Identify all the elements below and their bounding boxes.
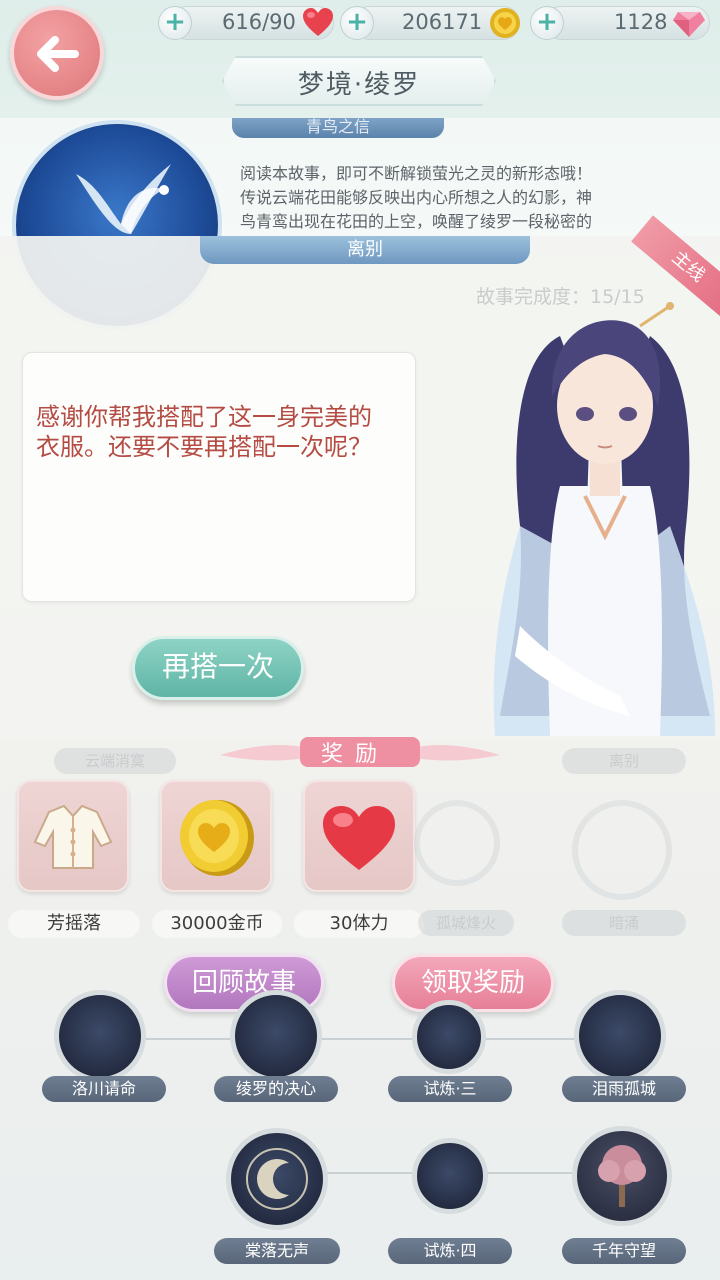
map-node-label: 绫罗的决心	[214, 1076, 338, 1102]
section-banner: 离别	[200, 236, 530, 264]
diamond-icon	[673, 12, 705, 37]
speech-text: 感谢你帮我搭配了这一身完美的 衣服。还要不要再搭配一次呢？	[36, 402, 406, 462]
reward-item-card[interactable]	[303, 780, 415, 892]
story-tab: 青鸟之信	[232, 118, 444, 138]
map-node[interactable]	[574, 990, 666, 1082]
map-node-label: 千年守望	[562, 1238, 686, 1264]
map-node-label: 试炼·四	[388, 1238, 512, 1264]
dress-again-button[interactable]: 再搭一次	[132, 636, 304, 700]
heart-icon	[323, 806, 395, 870]
add-stamina-button[interactable]: +	[158, 6, 192, 40]
background-stage-circle	[572, 800, 672, 900]
map-node-label: 试炼·三	[388, 1076, 512, 1102]
map-node[interactable]	[412, 1000, 486, 1074]
reward-item-label: 30体力	[294, 910, 424, 938]
map-node[interactable]	[572, 1126, 672, 1226]
stamina-value: 616/90	[222, 10, 296, 34]
add-gold-button[interactable]: +	[340, 6, 374, 40]
map-connector	[90, 1038, 650, 1040]
background-stage-label: 孤城烽火	[418, 910, 514, 936]
back-arrow-icon	[37, 36, 79, 72]
character-portrait	[493, 302, 715, 736]
map-node-label: 洛川请命	[42, 1076, 166, 1102]
reward-item-label: 芳摇落	[8, 910, 140, 938]
moon-emblem-icon	[246, 1148, 308, 1210]
back-button[interactable]	[10, 6, 104, 100]
reward-item-card[interactable]	[17, 780, 129, 892]
gold-coin-icon	[490, 8, 520, 38]
story-desc-line: 阅读本故事，即可不断解锁萤光之灵的新形态哦！	[240, 164, 593, 183]
map-node[interactable]	[412, 1138, 488, 1214]
story-desc-line: 鸟青鸾出现在花田的上空，唤醒了绫罗一段秘密的	[240, 212, 593, 231]
speech-line: 衣服。还要不要再搭配一次呢？	[36, 433, 372, 461]
gold-value: 206171	[402, 10, 483, 34]
map-node-label: 棠落无声	[214, 1238, 340, 1264]
map-node-label: 泪雨孤城	[562, 1076, 686, 1102]
map-node[interactable]	[54, 990, 146, 1082]
diamond-value: 1128	[614, 10, 668, 34]
story-desc-line: 传说云端花田能够反映出内心所想之人的幻影，神	[240, 188, 593, 207]
reward-item-label: 30000金币	[152, 910, 282, 938]
page-title: 梦境·绫罗	[297, 70, 421, 100]
gold-coin-icon	[180, 800, 254, 876]
heart-icon	[303, 8, 333, 36]
blossom-tree-icon	[598, 1145, 646, 1207]
background-stage-label: 离别	[562, 748, 686, 774]
background-stage-circle	[414, 800, 500, 886]
story-description: 阅读本故事，即可不断解锁萤光之灵的新形态哦！ 传说云端花田能够反映出内心所想之人…	[240, 162, 680, 234]
add-diamond-button[interactable]: +	[530, 6, 564, 40]
speech-box	[22, 352, 416, 602]
claim-reward-button[interactable]: 领取奖励	[392, 954, 554, 1012]
speech-line: 感谢你帮我搭配了这一身完美的	[36, 403, 372, 431]
background-stage-label: 暗涌	[562, 910, 686, 936]
map-node[interactable]	[230, 990, 322, 1082]
map-node[interactable]	[226, 1128, 328, 1230]
reward-item-card[interactable]	[160, 780, 272, 892]
reward-title: 奖励	[320, 742, 389, 767]
jacket-icon	[33, 804, 113, 869]
background-stage-label: 云端消寞	[54, 748, 176, 774]
